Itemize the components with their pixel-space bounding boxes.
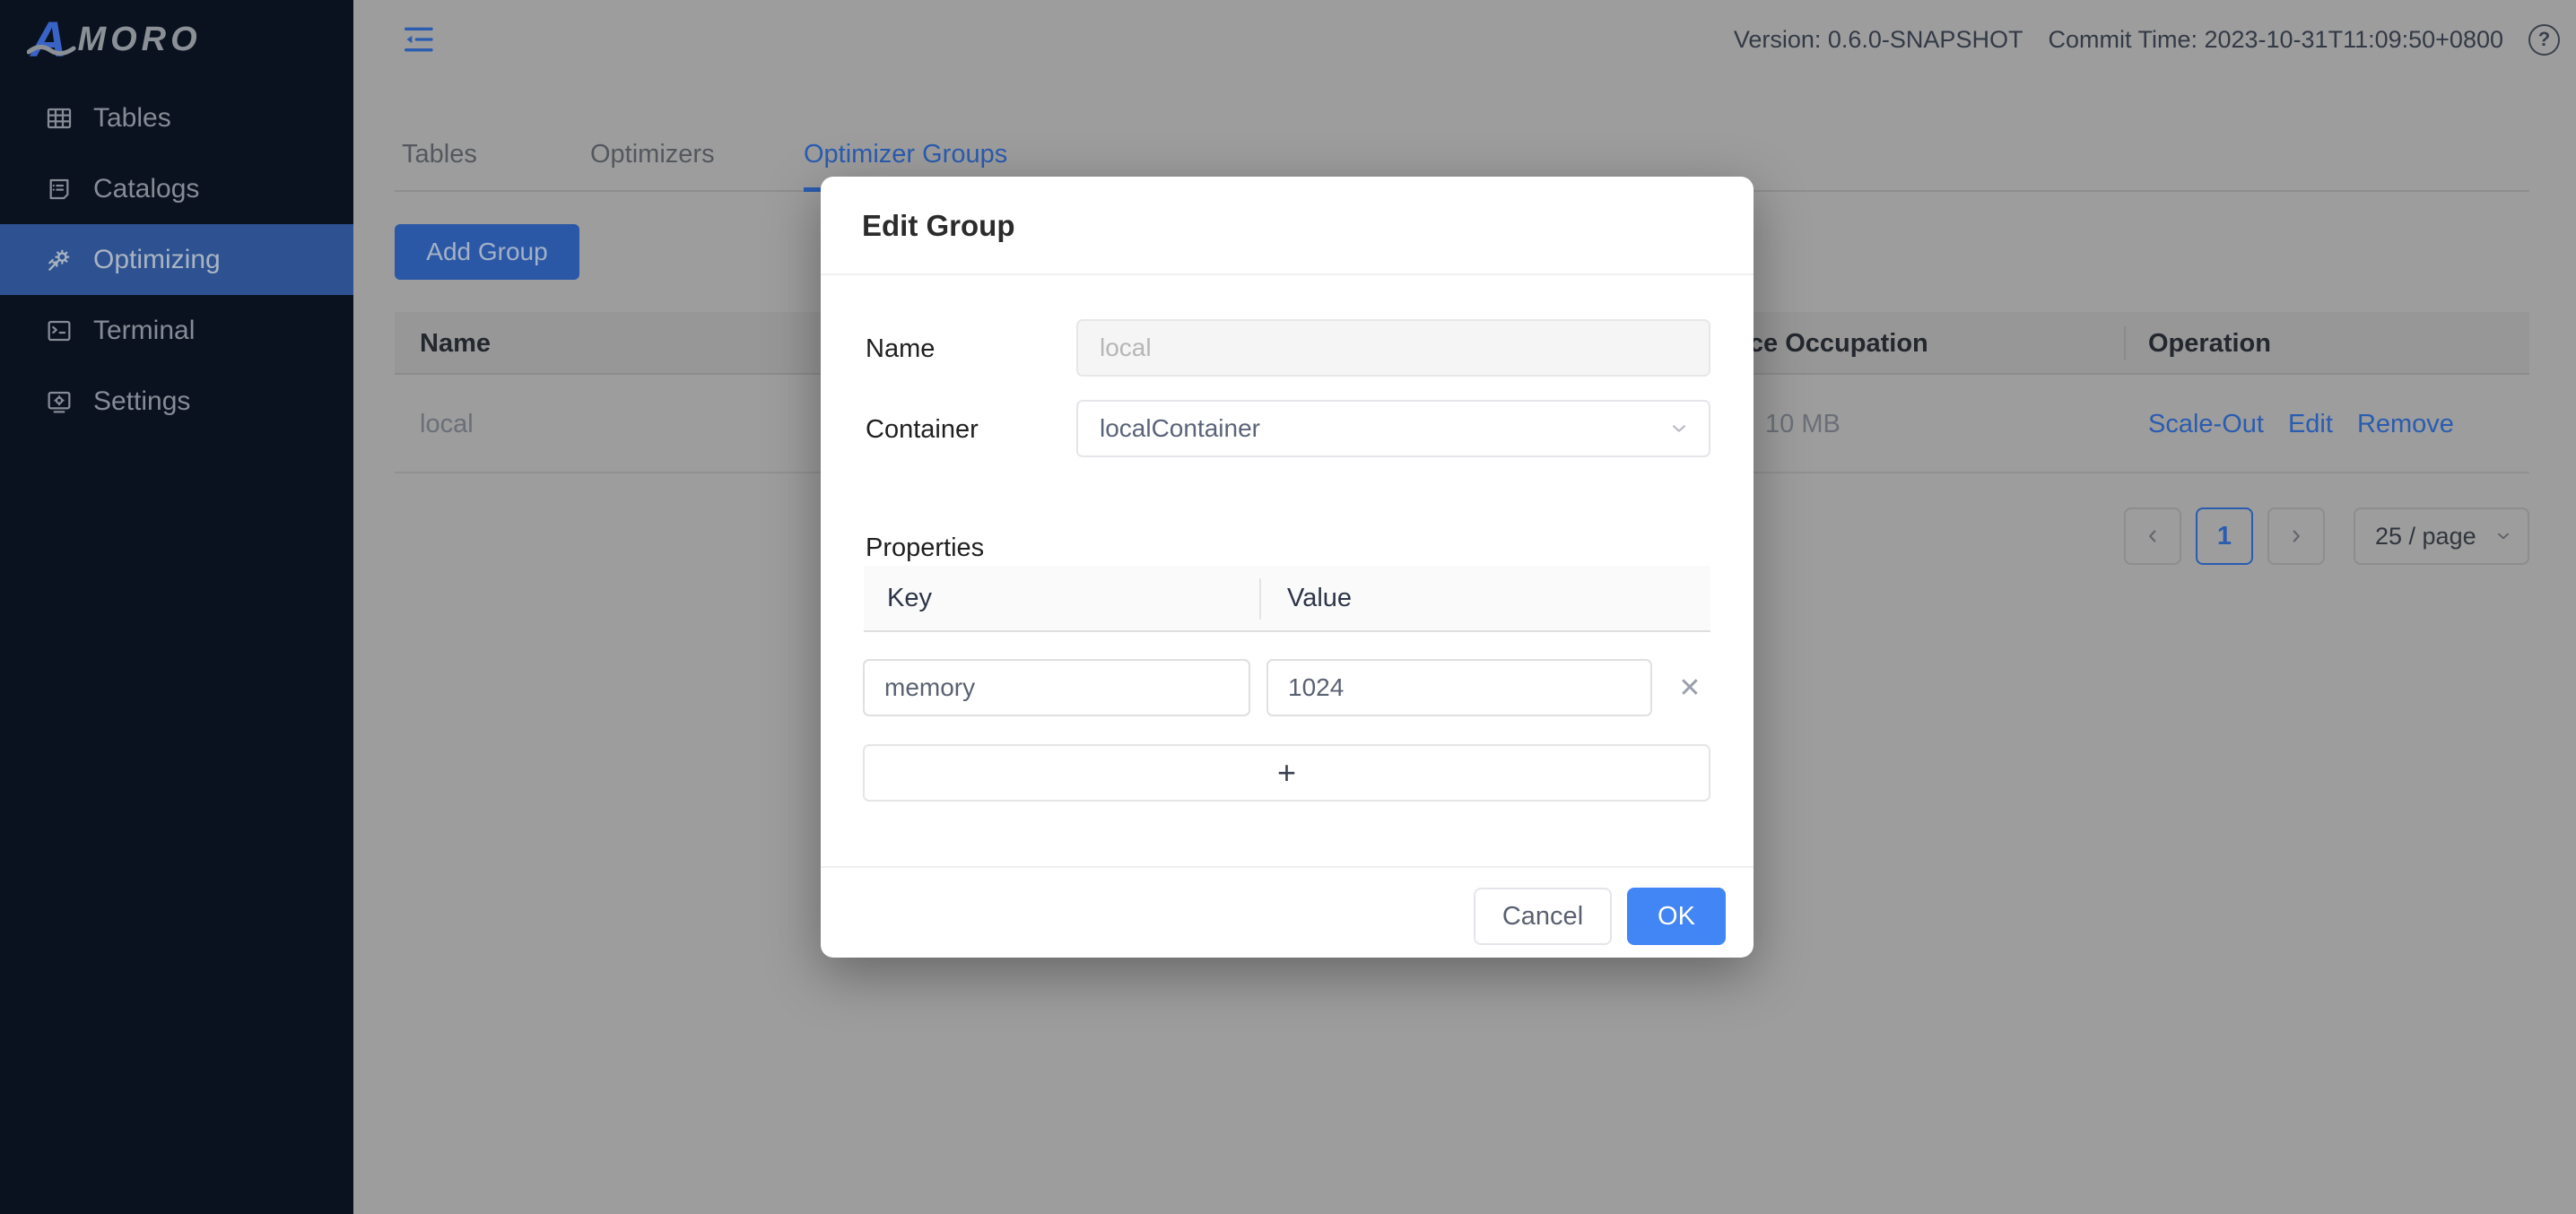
page-size-value: 25 / page — [2375, 522, 2476, 550]
chevron-down-icon — [1672, 425, 1686, 432]
chevron-right-icon — [2293, 530, 2300, 542]
cell-group-name: local — [420, 410, 474, 438]
pagination-next-button[interactable] — [2267, 507, 2325, 565]
property-value-input[interactable] — [1266, 659, 1652, 716]
prop-key-header: Key — [887, 584, 932, 612]
commit-time-text: Commit Time: 2023-10-31T11:09:50+0800 — [2048, 25, 2503, 53]
remove-link[interactable]: Remove — [2357, 377, 2454, 472]
group-name-input — [1076, 319, 1710, 377]
property-key-input[interactable] — [863, 659, 1250, 716]
column-header-name: Name — [420, 329, 491, 358]
page-size-select[interactable]: 25 / page — [2354, 507, 2529, 565]
header-separator — [2124, 326, 2126, 360]
topbar-right: Version: 0.6.0-SNAPSHOT Commit Time: 202… — [1734, 0, 2560, 79]
pagination-prev-button[interactable] — [2124, 507, 2181, 565]
name-label: Name — [866, 334, 936, 363]
sidebar-item-label: Optimizing — [93, 244, 221, 274]
modal-header-divider — [821, 273, 1754, 275]
settings-monitor-icon — [45, 387, 74, 416]
remove-property-icon[interactable]: ✕ — [1666, 659, 1714, 716]
logo-wordmark: MORO — [77, 20, 202, 58]
tab-tables[interactable]: Tables — [402, 118, 477, 190]
edit-link[interactable]: Edit — [2288, 377, 2333, 472]
sidebar-item-label: Settings — [93, 386, 191, 416]
column-header-operation: Operation — [2148, 329, 2271, 358]
catalog-document-icon — [45, 175, 74, 204]
edit-group-modal: Edit Group Name Container localContainer… — [821, 177, 1754, 958]
cancel-button[interactable]: Cancel — [1474, 888, 1612, 945]
version-text: Version: 0.6.0-SNAPSHOT — [1733, 25, 2023, 53]
sidebar-item-catalogs[interactable]: Catalogs — [0, 153, 353, 224]
logo-wave-icon — [27, 45, 76, 56]
chevron-left-icon — [2149, 530, 2156, 542]
tab-optimizers[interactable]: Optimizers — [590, 118, 715, 190]
add-group-button[interactable]: Add Group — [395, 224, 579, 280]
sidebar-item-label: Catalogs — [93, 173, 200, 204]
container-select-value: localContainer — [1100, 414, 1260, 442]
pagination-page-1[interactable]: 1 — [2196, 507, 2253, 565]
prop-header-separator — [1259, 578, 1261, 620]
add-property-button[interactable]: + — [863, 744, 1710, 802]
properties-label: Properties — [866, 533, 985, 562]
logo-a-mark: A — [30, 11, 67, 67]
sidebar-item-terminal[interactable]: Terminal — [0, 295, 353, 366]
prop-value-header: Value — [1287, 584, 1353, 612]
cell-resource-occupation: 10 MB — [1765, 410, 1841, 438]
sidebar: A MORO Tables Catalogs Optimizing Termin… — [0, 0, 353, 1214]
sidebar-item-optimizing[interactable]: Optimizing — [0, 224, 353, 295]
sidebar-item-label: Tables — [93, 102, 171, 133]
container-select[interactable]: localContainer — [1076, 400, 1710, 457]
terminal-icon — [45, 317, 74, 345]
ok-button[interactable]: OK — [1627, 888, 1726, 945]
menu-fold-icon[interactable] — [400, 22, 436, 57]
properties-table-header: Key Value — [864, 566, 1710, 632]
sidebar-item-label: Terminal — [93, 315, 196, 345]
question-circle-icon[interactable]: ? — [2528, 23, 2560, 56]
chevron-down-icon — [2498, 533, 2509, 540]
row-operations: Scale-Out Edit Remove — [2148, 377, 2454, 472]
sidebar-item-settings[interactable]: Settings — [0, 366, 353, 437]
topbar: Version: 0.6.0-SNAPSHOT Commit Time: 202… — [353, 0, 2576, 79]
optimize-gear-arrows-icon — [45, 246, 74, 274]
modal-title: Edit Group — [862, 209, 1015, 242]
table-grid-icon — [45, 104, 74, 133]
amoro-logo[interactable]: A MORO — [27, 11, 202, 68]
sidebar-menu: Tables Catalogs Optimizing Terminal Sett… — [0, 82, 353, 437]
container-label: Container — [866, 415, 979, 444]
scale-out-link[interactable]: Scale-Out — [2148, 377, 2264, 472]
modal-footer-divider — [821, 866, 1754, 868]
sidebar-item-tables[interactable]: Tables — [0, 82, 353, 153]
